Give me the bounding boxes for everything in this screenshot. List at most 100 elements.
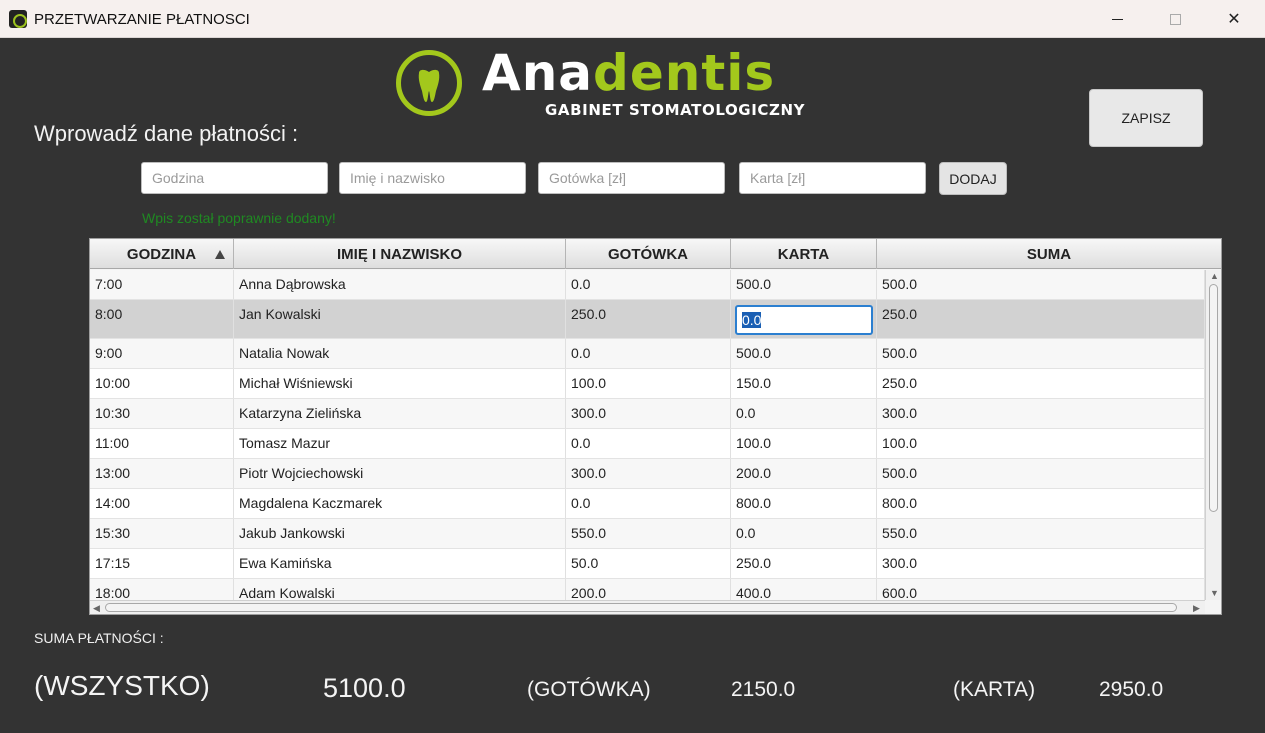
column-header-card[interactable]: KARTA: [731, 239, 877, 269]
scroll-up-icon[interactable]: ▲: [1210, 271, 1219, 281]
cell-hour[interactable]: 9:00: [90, 339, 234, 368]
cell-card[interactable]: 250.0: [731, 549, 877, 578]
scroll-left-icon[interactable]: ◀: [93, 603, 100, 613]
hour-input[interactable]: [141, 162, 328, 194]
total-cash-label: (GOTÓWKA): [527, 678, 651, 701]
card-cell-editor[interactable]: 0.0: [735, 305, 873, 335]
cell-sum[interactable]: 500.0: [877, 339, 1205, 368]
logo-tooth-ring: [396, 50, 462, 116]
cell-hour[interactable]: 18:00: [90, 579, 234, 600]
cell-hour[interactable]: 10:00: [90, 369, 234, 398]
cell-hour[interactable]: 17:15: [90, 549, 234, 578]
table-row[interactable]: 10:30 Katarzyna Zielińska 300.0 0.0 300.…: [90, 399, 1205, 429]
table-row[interactable]: 17:15 Ewa Kamińska 50.0 250.0 300.0: [90, 549, 1205, 579]
horizontal-scroll-thumb[interactable]: [105, 603, 1177, 612]
name-input[interactable]: [339, 162, 526, 194]
table-body: 7:00 Anna Dąbrowska 0.0 500.0 500.0 8:00…: [90, 270, 1205, 600]
cell-card[interactable]: 200.0: [731, 459, 877, 488]
cell-cash[interactable]: 300.0: [566, 399, 731, 428]
cell-card[interactable]: 400.0: [731, 579, 877, 600]
cell-name[interactable]: Adam Kowalski: [234, 579, 566, 600]
cell-name[interactable]: Ewa Kamińska: [234, 549, 566, 578]
add-button[interactable]: DODAJ: [939, 162, 1007, 195]
total-all-label: (WSZYSTKO): [34, 670, 210, 701]
cell-hour[interactable]: 11:00: [90, 429, 234, 458]
cell-cash[interactable]: 0.0: [566, 339, 731, 368]
cell-cash[interactable]: 50.0: [566, 549, 731, 578]
cell-sum[interactable]: 300.0: [877, 399, 1205, 428]
cell-sum[interactable]: 300.0: [877, 549, 1205, 578]
column-header-sum[interactable]: SUMA: [877, 239, 1221, 269]
cell-hour[interactable]: 14:00: [90, 489, 234, 518]
table-row[interactable]: 15:30 Jakub Jankowski 550.0 0.0 550.0: [90, 519, 1205, 549]
close-button[interactable]: ✕: [1211, 0, 1257, 38]
scroll-down-icon[interactable]: ▼: [1210, 588, 1219, 598]
card-input[interactable]: [739, 162, 926, 194]
table-row[interactable]: 10:00 Michał Wiśniewski 100.0 150.0 250.…: [90, 369, 1205, 399]
cell-sum[interactable]: 250.0: [877, 300, 1205, 338]
cell-card[interactable]: 500.0: [731, 339, 877, 368]
column-header-cash[interactable]: GOTÓWKA: [566, 239, 731, 269]
cell-name[interactable]: Jan Kowalski: [234, 300, 566, 338]
vertical-scroll-thumb[interactable]: [1209, 284, 1218, 512]
cell-card[interactable]: 0.0: [731, 399, 877, 428]
cell-card[interactable]: 100.0: [731, 429, 877, 458]
cell-sum[interactable]: 600.0: [877, 579, 1205, 600]
save-button[interactable]: ZAPISZ: [1089, 89, 1203, 147]
cell-name[interactable]: Anna Dąbrowska: [234, 270, 566, 299]
cell-cash[interactable]: 550.0: [566, 519, 731, 548]
cell-cash[interactable]: 300.0: [566, 459, 731, 488]
column-header-name[interactable]: IMIĘ I NAZWISKO: [234, 239, 566, 269]
cell-hour[interactable]: 7:00: [90, 270, 234, 299]
cell-card[interactable]: 0.0: [731, 519, 877, 548]
anadentis-logo: Anadentis GABINET STOMATOLOGICZNY: [396, 44, 816, 122]
cell-sum[interactable]: 550.0: [877, 519, 1205, 548]
cell-hour[interactable]: 10:30: [90, 399, 234, 428]
cell-hour[interactable]: 8:00: [90, 300, 234, 338]
cell-cash[interactable]: 200.0: [566, 579, 731, 600]
column-header-hour[interactable]: GODZINA: [90, 239, 234, 269]
logo-word-ana: Ana: [482, 44, 594, 102]
horizontal-scrollbar[interactable]: ◀ ▶: [90, 600, 1205, 614]
cell-hour[interactable]: 15:30: [90, 519, 234, 548]
scroll-right-icon[interactable]: ▶: [1193, 603, 1200, 613]
cell-card[interactable]: 500.0: [731, 270, 877, 299]
column-header-label: GODZINA: [126, 245, 197, 263]
vertical-scrollbar[interactable]: ▲ ▼: [1205, 270, 1221, 600]
cell-sum[interactable]: 800.0: [877, 489, 1205, 518]
table-row[interactable]: 18:00 Adam Kowalski 200.0 400.0 600.0: [90, 579, 1205, 600]
cell-name[interactable]: Piotr Wojciechowski: [234, 459, 566, 488]
maximize-button[interactable]: [1152, 0, 1198, 38]
table-row-selected[interactable]: 8:00 Jan Kowalski 250.0 0.0 250.0: [90, 300, 1205, 339]
cell-hour[interactable]: 13:00: [90, 459, 234, 488]
cell-name[interactable]: Katarzyna Zielińska: [234, 399, 566, 428]
cell-name[interactable]: Jakub Jankowski: [234, 519, 566, 548]
cell-cash[interactable]: 0.0: [566, 429, 731, 458]
minimize-button[interactable]: [1094, 0, 1140, 38]
cash-input[interactable]: [538, 162, 725, 194]
cell-sum[interactable]: 500.0: [877, 459, 1205, 488]
cell-name[interactable]: Natalia Nowak: [234, 339, 566, 368]
table-row[interactable]: 9:00 Natalia Nowak 0.0 500.0 500.0: [90, 339, 1205, 369]
cell-name[interactable]: Magdalena Kaczmarek: [234, 489, 566, 518]
cell-sum[interactable]: 500.0: [877, 270, 1205, 299]
form-heading: Wprowadź dane płatności :: [34, 121, 299, 146]
cell-card[interactable]: 800.0: [731, 489, 877, 518]
logo-subtitle: GABINET STOMATOLOGICZNY: [545, 101, 806, 119]
cell-name[interactable]: Michał Wiśniewski: [234, 369, 566, 398]
status-message: Wpis został poprawnie dodany!: [142, 210, 336, 226]
sort-ascending-icon: [215, 250, 225, 259]
cell-sum[interactable]: 100.0: [877, 429, 1205, 458]
cell-cash[interactable]: 100.0: [566, 369, 731, 398]
table-row[interactable]: 7:00 Anna Dąbrowska 0.0 500.0 500.0: [90, 270, 1205, 300]
cell-card[interactable]: 150.0: [731, 369, 877, 398]
cell-cash[interactable]: 250.0: [566, 300, 731, 338]
cell-cash[interactable]: 0.0: [566, 489, 731, 518]
table-row[interactable]: 14:00 Magdalena Kaczmarek 0.0 800.0 800.…: [90, 489, 1205, 519]
table-row[interactable]: 13:00 Piotr Wojciechowski 300.0 200.0 50…: [90, 459, 1205, 489]
cell-cash[interactable]: 0.0: [566, 270, 731, 299]
table-header: GODZINA IMIĘ I NAZWISKO GOTÓWKA KARTA SU…: [90, 239, 1221, 269]
cell-sum[interactable]: 250.0: [877, 369, 1205, 398]
table-row[interactable]: 11:00 Tomasz Mazur 0.0 100.0 100.0: [90, 429, 1205, 459]
cell-name[interactable]: Tomasz Mazur: [234, 429, 566, 458]
